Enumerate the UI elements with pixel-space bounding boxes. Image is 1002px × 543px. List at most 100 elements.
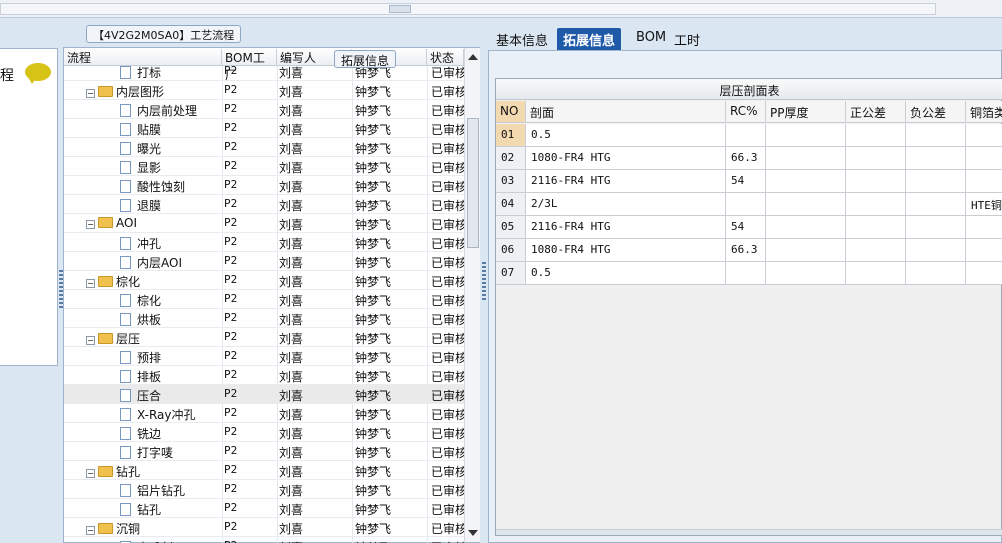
tree-node[interactable]: 内层前处理 — [120, 102, 220, 119]
tree-node[interactable]: 烘板 — [120, 311, 220, 328]
column-header-pp-thickness[interactable]: PP厚度 — [766, 101, 846, 123]
tree-node[interactable]: − 棕化 — [86, 273, 220, 290]
table-cell-foil[interactable] — [966, 239, 1002, 262]
tree-row[interactable]: X-Ray冲孔 P2 刘喜 钟梦飞 已审核 — [64, 404, 467, 423]
tree-row[interactable]: 压合 P2 刘喜 钟梦飞 已审核 — [64, 385, 467, 404]
table-cell-pp[interactable] — [766, 193, 846, 216]
table-cell-pp[interactable] — [766, 147, 846, 170]
table-cell-plus[interactable] — [846, 147, 906, 170]
collapse-icon[interactable]: − — [86, 89, 95, 98]
tree-row[interactable]: 曝光 P2 刘喜 钟梦飞 已审核 — [64, 138, 467, 157]
table-cell-plus[interactable] — [846, 124, 906, 147]
scroll-thumb[interactable] — [467, 118, 479, 248]
tree-row[interactable]: 打标 P2 刘喜 钟梦飞 已审核 — [64, 62, 467, 81]
collapse-icon[interactable]: − — [86, 526, 95, 535]
table-cell-profile[interactable]: 0.5 — [526, 262, 726, 285]
tree-node[interactable]: 内层AOI — [120, 254, 220, 271]
column-header-no[interactable]: NO — [496, 101, 526, 123]
tree-row[interactable]: 铝片钻孔 P2 刘喜 钟梦飞 已审核 — [64, 480, 467, 499]
table-row[interactable]: 03 2116-FR4 HTG 54 — [496, 170, 1002, 193]
scroll-track[interactable] — [0, 3, 936, 15]
tree-node[interactable]: 棕化 — [120, 292, 220, 309]
table-cell-no[interactable]: 07 — [496, 262, 526, 285]
table-cell-profile[interactable]: 2/3L — [526, 193, 726, 216]
tree-row[interactable]: 退膜 P2 刘喜 钟梦飞 已审核 — [64, 195, 467, 214]
table-cell-rc[interactable]: 66.3 — [726, 239, 766, 262]
table-cell-profile[interactable]: 1080-FR4 HTG — [526, 239, 726, 262]
tree-node[interactable]: − 钻孔 — [86, 463, 220, 480]
table-cell-minus[interactable] — [906, 216, 966, 239]
table-cell-rc[interactable] — [726, 262, 766, 285]
table-cell-minus[interactable] — [906, 124, 966, 147]
speech-bubble-icon[interactable] — [25, 63, 51, 84]
table-cell-no[interactable]: 04 — [496, 193, 526, 216]
tree-row[interactable]: 内层前处理 P2 刘喜 钟梦飞 已审核 — [64, 100, 467, 119]
table-cell-plus[interactable] — [846, 262, 906, 285]
table-cell-rc[interactable]: 54 — [726, 216, 766, 239]
tree-node[interactable]: − AOI — [86, 216, 220, 230]
tree-node[interactable]: 贴膜 — [120, 121, 220, 138]
table-cell-minus[interactable] — [906, 193, 966, 216]
table-cell-plus[interactable] — [846, 216, 906, 239]
tree-node[interactable]: 钻孔 — [120, 501, 220, 518]
tab-work-hours[interactable]: 工时 — [668, 28, 706, 50]
table-cell-minus[interactable] — [906, 170, 966, 193]
column-header-minus-tolerance[interactable]: 负公差 — [906, 101, 966, 123]
column-header-rc[interactable]: RC% — [726, 101, 766, 123]
table-cell-profile[interactable]: 2116-FR4 HTG — [526, 216, 726, 239]
tree-node[interactable]: 冲孔 — [120, 235, 220, 252]
tree-node[interactable]: 打字唛 — [120, 444, 220, 461]
table-cell-profile[interactable]: 0.5 — [526, 124, 726, 147]
scroll-down-icon[interactable] — [468, 530, 478, 536]
column-header-copper-foil[interactable]: 铜箔类 — [966, 101, 1002, 123]
tab-basic-info[interactable]: 基本信息 — [490, 28, 554, 50]
collapse-icon[interactable]: − — [86, 220, 95, 229]
tree-node[interactable]: 排板 — [120, 368, 220, 385]
tree-node[interactable]: − 层压 — [86, 330, 220, 347]
tree-row[interactable]: 内层AOI P2 刘喜 钟梦飞 已审核 — [64, 252, 467, 271]
table-cell-pp[interactable] — [766, 170, 846, 193]
tree-node[interactable]: 显影 — [120, 159, 220, 176]
process-flow-tab[interactable]: 【4V2G2M0SA0】工艺流程 — [86, 25, 242, 43]
table-cell-no[interactable]: 06 — [496, 239, 526, 262]
table-cell-foil[interactable]: HTE铜箔 — [966, 193, 1002, 216]
tree-node[interactable]: 去毛刺 — [120, 539, 220, 543]
tree-vertical-scrollbar[interactable] — [464, 48, 480, 542]
table-cell-minus[interactable] — [906, 239, 966, 262]
tree-row[interactable]: 排板 P2 刘喜 钟梦飞 已审核 — [64, 366, 467, 385]
table-cell-plus[interactable] — [846, 239, 906, 262]
table-cell-foil[interactable] — [966, 147, 1002, 170]
column-header-plus-tolerance[interactable]: 正公差 — [846, 101, 906, 123]
table-row[interactable]: 06 1080-FR4 HTG 66.3 — [496, 239, 1002, 262]
collapse-icon[interactable]: − — [86, 469, 95, 478]
tree-row[interactable]: − 钻孔 P2 刘喜 钟梦飞 已审核 — [64, 461, 467, 480]
tree-node[interactable]: 铝片钻孔 — [120, 482, 220, 499]
splitter-handle-right[interactable] — [482, 262, 486, 302]
tab-bom[interactable]: BOM — [630, 28, 672, 50]
tree-row[interactable]: 酸性蚀刻 P2 刘喜 钟梦飞 已审核 — [64, 176, 467, 195]
scroll-thumb[interactable] — [389, 5, 411, 13]
tree-row[interactable]: 棕化 P2 刘喜 钟梦飞 已审核 — [64, 290, 467, 309]
tree-node[interactable]: 曝光 — [120, 140, 220, 157]
tree-node[interactable]: X-Ray冲孔 — [120, 406, 220, 423]
table-cell-plus[interactable] — [846, 170, 906, 193]
tree-row[interactable]: 钻孔 P2 刘喜 钟梦飞 已审核 — [64, 499, 467, 518]
top-horizontal-scrollbar[interactable] — [0, 0, 1002, 18]
table-cell-no[interactable]: 05 — [496, 216, 526, 239]
table-cell-foil[interactable] — [966, 170, 1002, 193]
tree-node[interactable]: 酸性蚀刻 — [120, 178, 220, 195]
tree-node[interactable]: 铣边 — [120, 425, 220, 442]
table-cell-minus[interactable] — [906, 262, 966, 285]
tree-node[interactable]: − 内层图形 — [86, 83, 220, 100]
table-cell-rc[interactable] — [726, 193, 766, 216]
table-row[interactable]: 02 1080-FR4 HTG 66.3 — [496, 147, 1002, 170]
tree-row[interactable]: 冲孔 P2 刘喜 钟梦飞 已审核 — [64, 233, 467, 252]
tree-node[interactable]: 打标 — [120, 64, 220, 81]
table-cell-pp[interactable] — [766, 124, 846, 147]
table-cell-minus[interactable] — [906, 147, 966, 170]
tree-row[interactable]: 烘板 P2 刘喜 钟梦飞 已审核 — [64, 309, 467, 328]
collapse-icon[interactable]: − — [86, 336, 95, 345]
tree-row[interactable]: − 棕化 P2 刘喜 钟梦飞 已审核 — [64, 271, 467, 290]
table-cell-no[interactable]: 02 — [496, 147, 526, 170]
table-row[interactable]: 042/3L HTE铜箔 — [496, 193, 1002, 216]
